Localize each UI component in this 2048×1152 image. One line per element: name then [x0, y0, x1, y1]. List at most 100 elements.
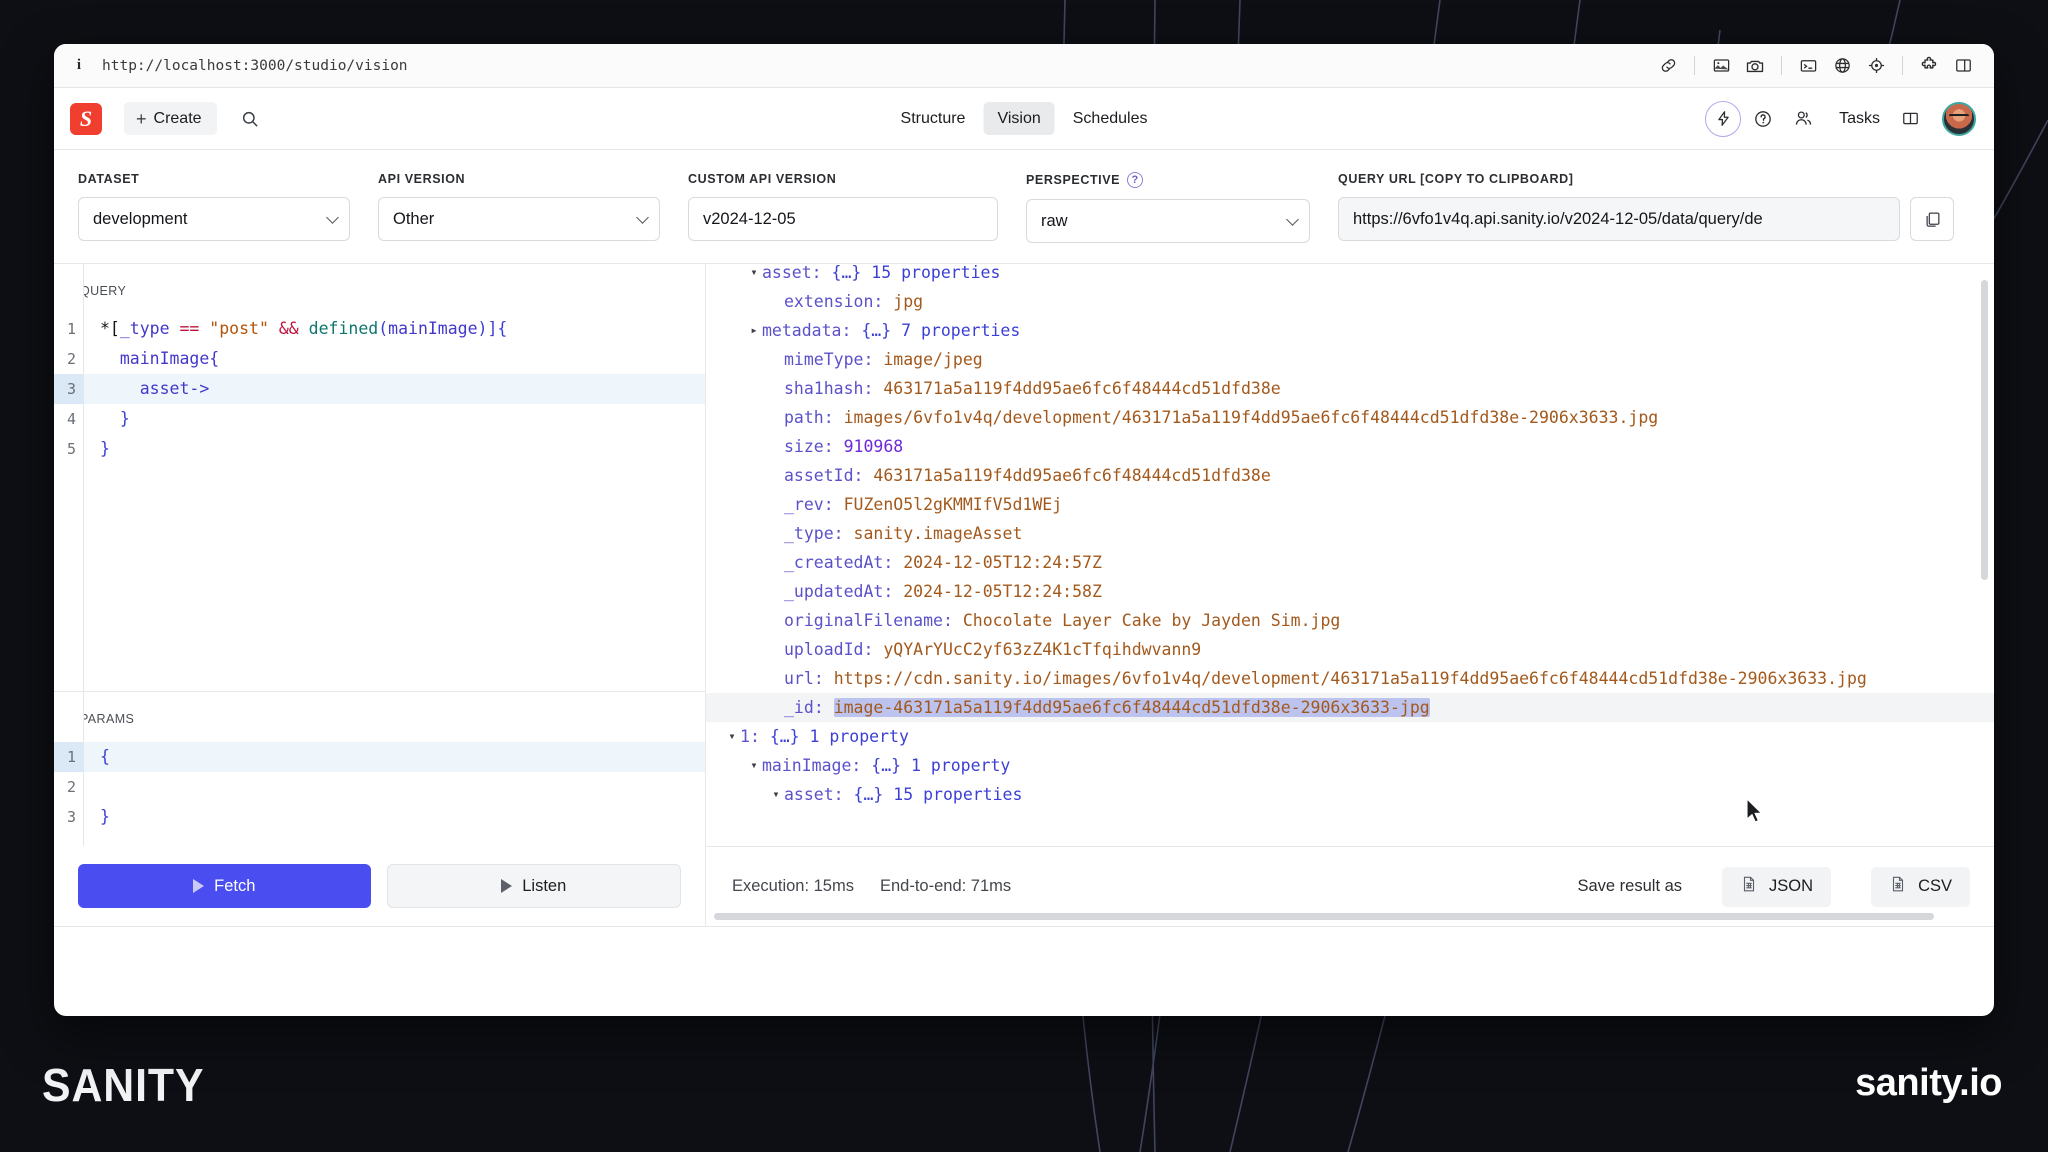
result-separator: :: [823, 437, 844, 456]
result-row[interactable]: ▾ asset: {…} 15 properties: [706, 264, 1994, 287]
custom-api-version-input[interactable]: v2024-12-05: [688, 197, 998, 241]
result-row-content: sha1hash: 463171a5a119f4dd95ae6fc6f48444…: [784, 374, 1281, 403]
result-string-value: image/jpeg: [883, 350, 983, 369]
expand-caret-open-icon[interactable]: ▾: [746, 751, 762, 780]
address-text[interactable]: http://localhost:3000/studio/vision: [102, 58, 408, 74]
save-json-label: JSON: [1769, 877, 1814, 895]
result-separator: :: [883, 582, 904, 601]
info-icon[interactable]: i: [70, 57, 88, 75]
code-line[interactable]: 2: [67, 772, 705, 802]
line-number: 1: [66, 320, 76, 338]
members-icon[interactable]: [1785, 101, 1821, 137]
globe-icon[interactable]: [1825, 51, 1859, 81]
result-row-content: asset: {…} 15 properties: [762, 264, 1000, 287]
create-button[interactable]: + Create: [124, 102, 217, 135]
params-editor-label: PARAMS: [80, 712, 135, 726]
sidebar-panel-icon[interactable]: [1946, 51, 1980, 81]
listen-button[interactable]: Listen: [386, 864, 681, 908]
search-icon[interactable]: [233, 102, 267, 135]
result-row-content: extension: jpg: [784, 287, 923, 316]
code-line[interactable]: 4 }: [67, 404, 705, 434]
code-line[interactable]: 2 mainImage{: [67, 344, 705, 374]
query-url-field[interactable]: https://6vfo1v4q.api.sanity.io/v2024-12-…: [1338, 197, 1900, 241]
query-token: "post": [209, 319, 269, 338]
result-row[interactable]: mimeType: image/jpeg: [706, 345, 1994, 374]
result-row[interactable]: _rev: FUZenO5l2gKMMIfV5d1WEj: [706, 490, 1994, 519]
result-horizontal-scrollbar[interactable]: [714, 913, 1934, 920]
user-avatar[interactable]: [1942, 101, 1976, 136]
result-string-value: sanity.imageAsset: [853, 524, 1023, 543]
result-string-value: 463171a5a119f4dd95ae6fc6f48444cd51dfd38e: [883, 379, 1281, 398]
chevron-down-icon: [1286, 213, 1299, 226]
help-circle-icon[interactable]: ?: [1127, 172, 1144, 188]
result-row[interactable]: ▾ mainImage: {…} 1 property: [706, 751, 1994, 780]
save-json-button[interactable]: JSON: [1722, 866, 1832, 907]
camera-icon[interactable]: [1738, 51, 1772, 81]
result-string-value: Chocolate Layer Cake by Jayden Sim.jpg: [962, 611, 1341, 630]
result-row[interactable]: path: images/6vfo1v4q/development/463171…: [706, 403, 1994, 432]
expand-caret-closed-icon[interactable]: ▸: [746, 316, 762, 345]
result-row[interactable]: _createdAt: 2024-12-05T12:24:57Z: [706, 548, 1994, 577]
sanity-logo[interactable]: S: [70, 102, 102, 135]
result-tree[interactable]: ▾ asset: {…} 15 properties extension: jpg ▸…: [706, 264, 1994, 846]
result-row[interactable]: uploadId: yQYArYUcC2yf63zZ4K1cTfqihdwvan…: [706, 635, 1994, 664]
save-csv-button[interactable]: CSV: [1871, 866, 1970, 907]
copy-icon[interactable]: [1910, 197, 1954, 241]
fetch-button[interactable]: Fetch: [78, 864, 371, 908]
file-sheet-icon: [1889, 875, 1907, 898]
query-token: )]{: [477, 319, 508, 338]
result-row[interactable]: _updatedAt: 2024-12-05T12:24:58Z: [706, 577, 1994, 606]
code-line[interactable]: 1 *[_type == "post" && defined(mainImage…: [67, 314, 705, 344]
result-key: sha1hash: [784, 379, 864, 398]
tab-vision[interactable]: Vision: [983, 102, 1055, 135]
terminal-icon[interactable]: [1791, 51, 1825, 81]
code-line-active[interactable]: 3 asset->: [54, 374, 705, 404]
tab-schedules[interactable]: Schedules: [1059, 102, 1162, 135]
result-vertical-scrollbar[interactable]: [1981, 280, 1988, 580]
target-icon[interactable]: [1859, 51, 1893, 81]
dataset-select[interactable]: development: [78, 197, 350, 241]
result-row[interactable]: ▸ metadata: {…} 7 properties: [706, 316, 1994, 345]
perspective-select[interactable]: raw: [1026, 199, 1310, 243]
result-row[interactable]: assetId: 463171a5a119f4dd95ae6fc6f48444c…: [706, 461, 1994, 490]
expand-caret-open-icon[interactable]: ▾: [724, 722, 740, 751]
query-editor[interactable]: QUERY 1 *[_type == "post" && defined(mai…: [54, 264, 705, 692]
result-row-content: _createdAt: 2024-12-05T12:24:57Z: [784, 548, 1102, 577]
result-row[interactable]: extension: jpg: [706, 287, 1994, 316]
api-version-select[interactable]: Other: [378, 197, 660, 241]
query-token: defined: [308, 319, 379, 338]
expand-caret-open-icon[interactable]: ▾: [768, 780, 784, 809]
result-row[interactable]: _type: sanity.imageAsset: [706, 519, 1994, 548]
link-icon[interactable]: [1651, 51, 1685, 81]
api-version-control: API VERSION Other: [378, 172, 660, 243]
main-navigation: Structure Vision Schedules: [887, 102, 1162, 135]
result-row[interactable]: url: https://cdn.sanity.io/images/6vfo1v…: [706, 664, 1994, 693]
result-row-content: _updatedAt: 2024-12-05T12:24:58Z: [784, 577, 1102, 606]
line-number: 4: [66, 410, 76, 428]
result-row[interactable]: _id: image-463171a5a119f4dd95ae6fc6f4844…: [706, 693, 1994, 722]
perspective-value: raw: [1041, 211, 1068, 230]
result-row[interactable]: originalFilename: Chocolate Layer Cake b…: [706, 606, 1994, 635]
code-line[interactable]: 3 }: [67, 802, 705, 832]
puzzle-extensions-icon[interactable]: [1912, 51, 1946, 81]
params-editor[interactable]: PARAMS 1 { 2 3 }: [54, 692, 705, 846]
code-line[interactable]: 5 }: [67, 434, 705, 464]
panel-toggle-icon[interactable]: [1892, 101, 1928, 137]
image-icon[interactable]: [1704, 51, 1738, 81]
result-row[interactable]: ▾ asset: {…} 15 properties: [706, 780, 1994, 809]
result-key: _id: [784, 698, 814, 717]
help-circle-icon[interactable]: [1745, 101, 1781, 137]
tasks-label[interactable]: Tasks: [1839, 110, 1880, 128]
end-to-end-time: End-to-end: 71ms: [879, 877, 1012, 895]
expand-caret-open-icon[interactable]: ▾: [746, 264, 762, 287]
code-line-active[interactable]: 1 {: [54, 742, 705, 772]
result-row[interactable]: sha1hash: 463171a5a119f4dd95ae6fc6f48444…: [706, 374, 1994, 403]
code-text: asset->: [100, 379, 210, 398]
query-token: (: [378, 319, 389, 338]
result-string-value: 2024-12-05T12:24:58Z: [903, 582, 1102, 601]
result-row[interactable]: size: 910968: [706, 432, 1994, 461]
lightning-bolt-icon[interactable]: [1705, 100, 1742, 137]
result-row[interactable]: ▾ 1: {…} 1 property: [706, 722, 1994, 751]
tab-structure[interactable]: Structure: [887, 102, 980, 135]
result-separator: :: [813, 698, 834, 717]
